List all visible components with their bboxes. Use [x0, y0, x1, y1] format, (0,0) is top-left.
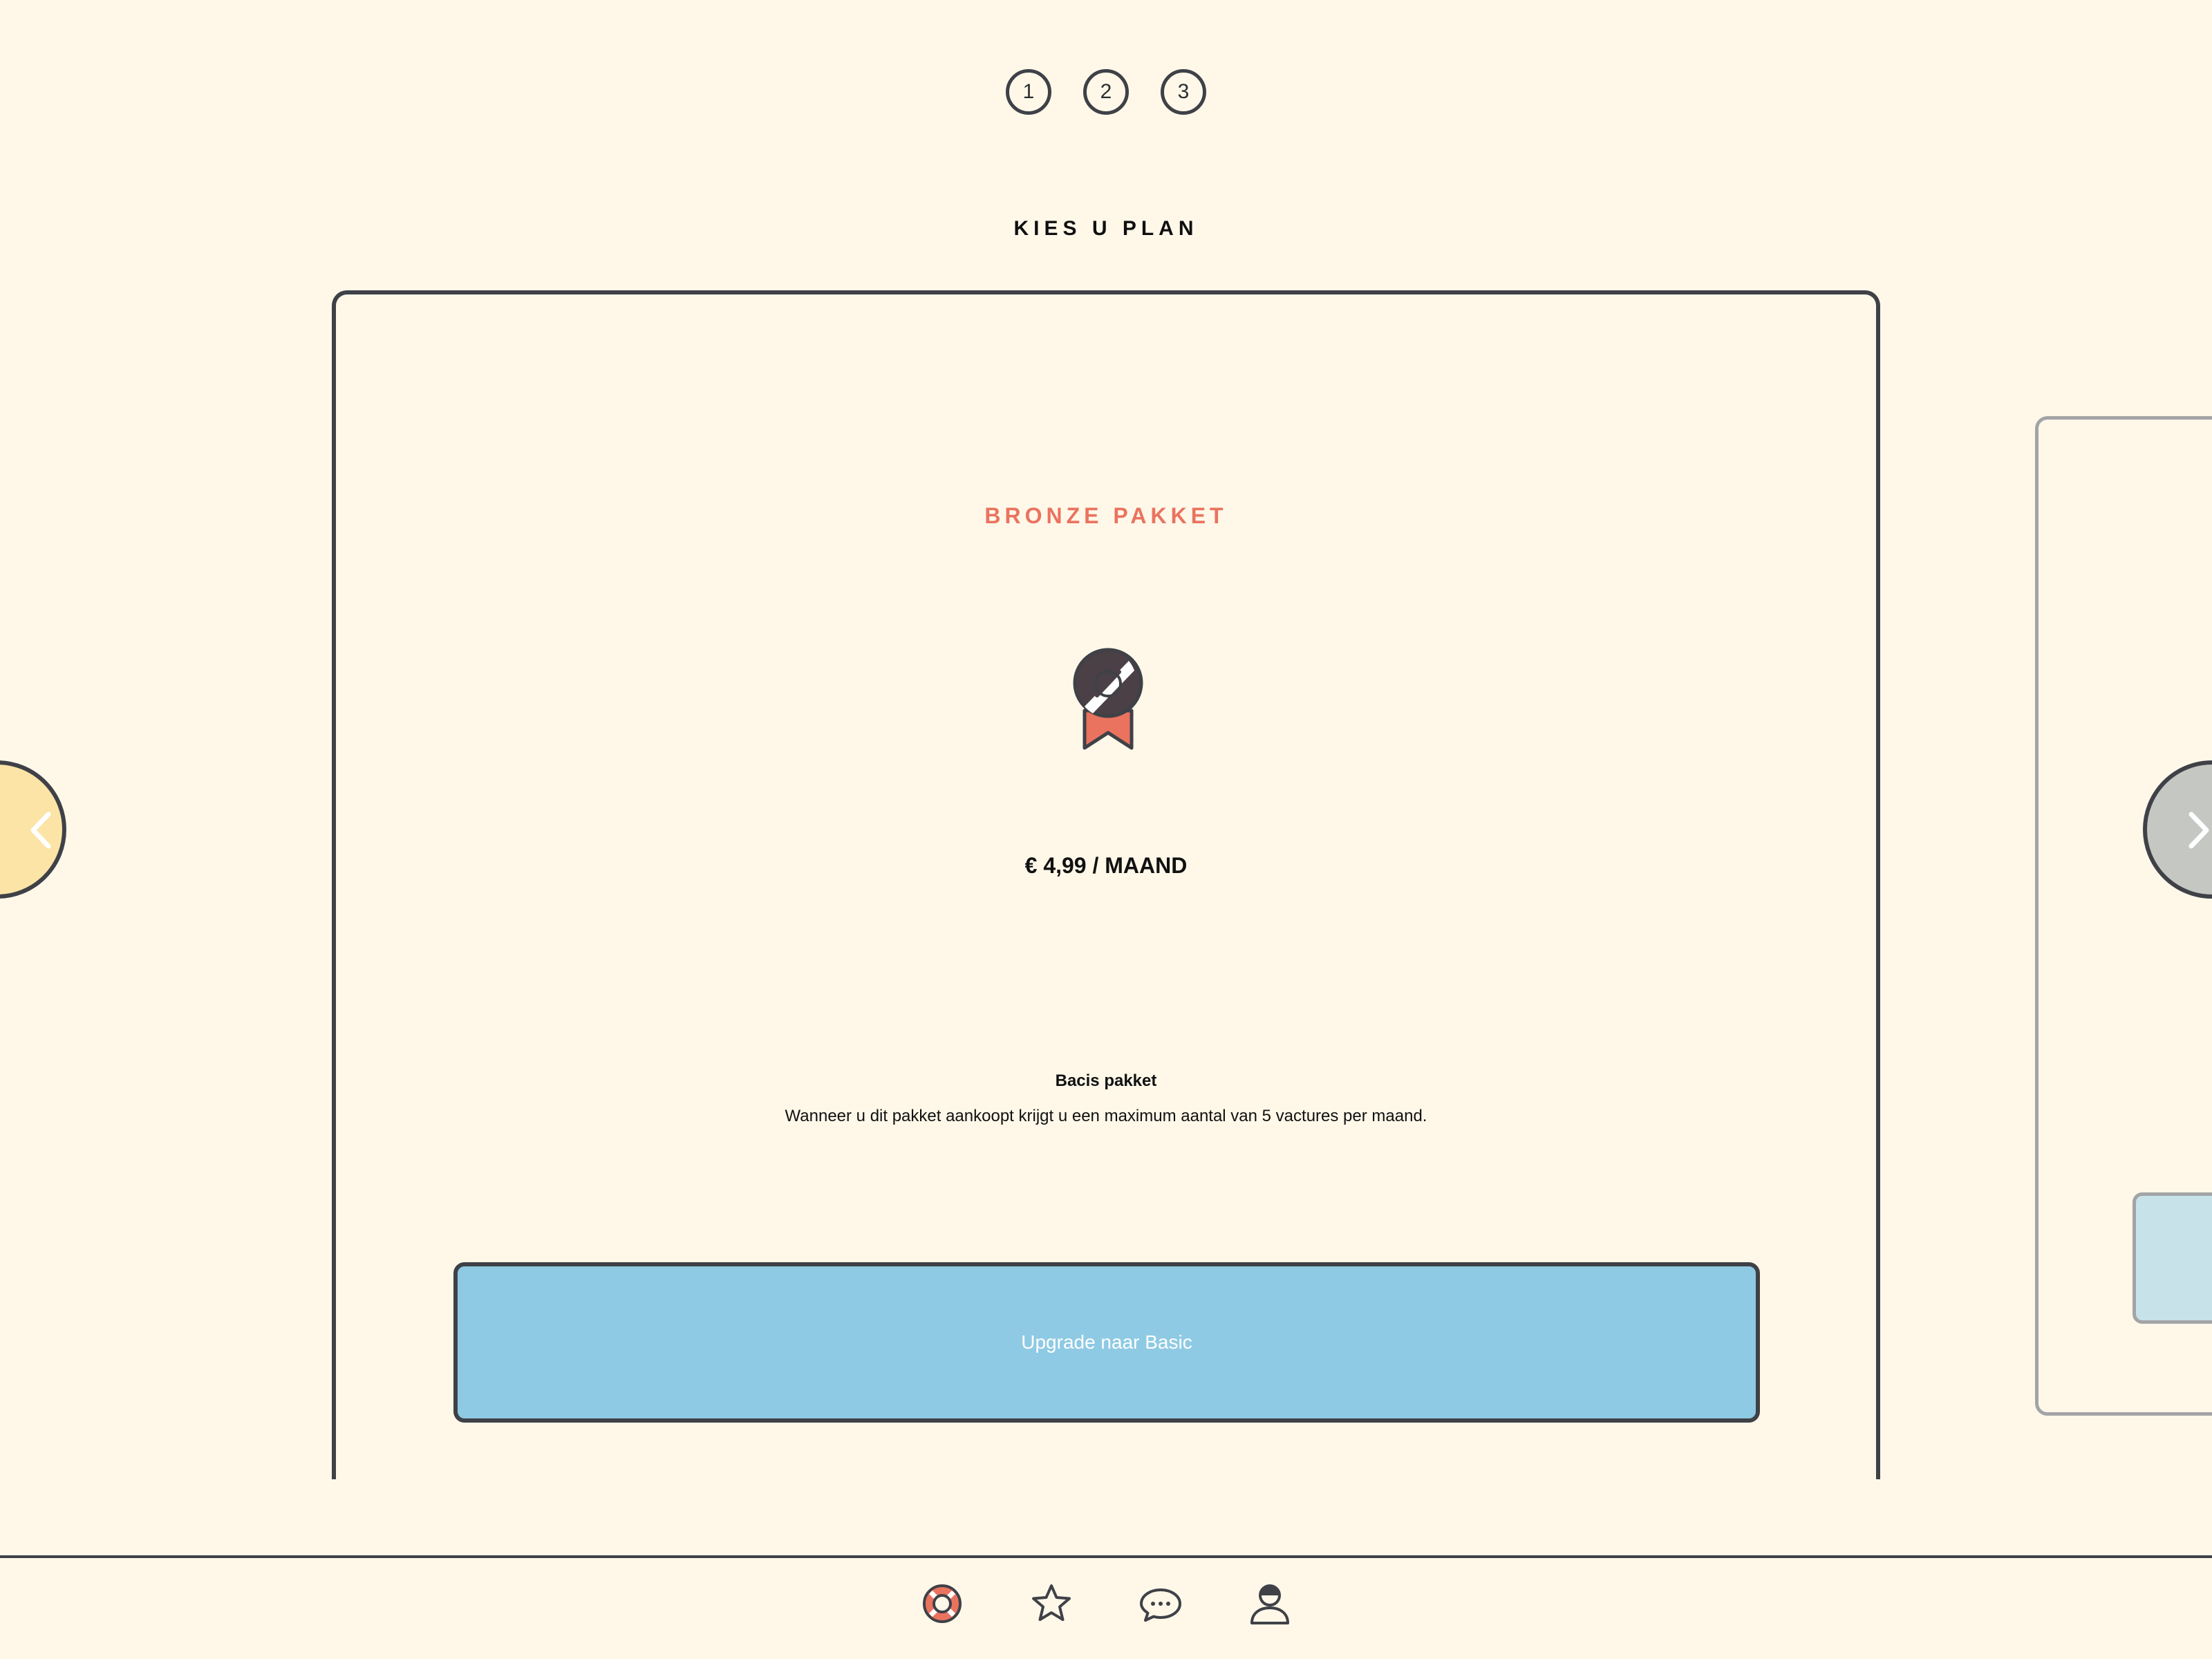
upgrade-button[interactable]: Upgrade naar Basic: [453, 1262, 1760, 1423]
bottom-navigation: [0, 1555, 2212, 1659]
medal-icon: [1073, 648, 1143, 750]
plan-card: BRONZE PAKKET € 4,99 / MAAND Bacis pakke…: [332, 290, 1880, 1479]
plan-description-text: Wanneer u dit pakket aankoopt krijgt u e…: [785, 1107, 1427, 1125]
step-3[interactable]: 3: [1161, 69, 1206, 115]
plan-name: BRONZE PAKKET: [984, 503, 1228, 528]
chevron-right-icon: [2188, 812, 2209, 849]
chevron-left-icon: [30, 812, 51, 849]
step-1[interactable]: 1: [1006, 69, 1051, 115]
step-2[interactable]: 2: [1083, 69, 1129, 115]
star-icon[interactable]: [1029, 1582, 1074, 1626]
user-icon[interactable]: [1248, 1582, 1292, 1626]
step-indicator: 1 2 3: [0, 69, 2212, 120]
plan-description-title: Bacis pakket: [1055, 1071, 1157, 1090]
previous-plan-button[interactable]: [0, 760, 66, 899]
page-title: KIES U PLAN: [1013, 217, 1199, 240]
lifebuoy-icon[interactable]: [920, 1582, 964, 1626]
next-plan-card[interactable]: [2035, 416, 2212, 1416]
next-plan-button[interactable]: [2133, 1192, 2212, 1324]
chat-icon[interactable]: [1138, 1582, 1183, 1626]
plan-price: € 4,99 / MAAND: [1024, 853, 1188, 878]
